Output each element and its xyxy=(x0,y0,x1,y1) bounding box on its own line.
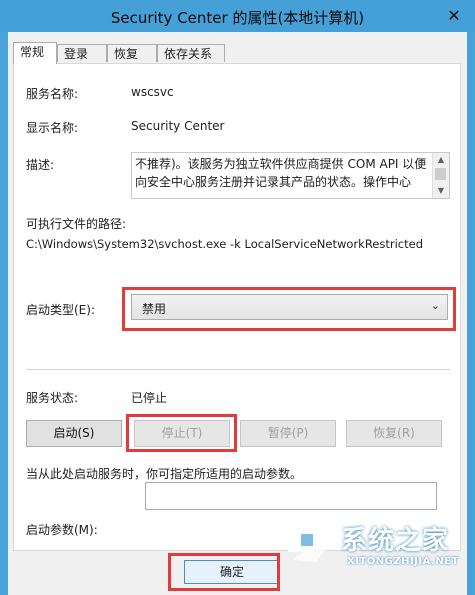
start-params-input[interactable] xyxy=(145,482,437,510)
scroll-up-icon[interactable]: ▲ xyxy=(433,153,449,167)
display-name-value: Security Center xyxy=(131,119,225,133)
title-bar: Security Center 的属性(本地计算机) ✕ xyxy=(0,0,475,32)
start-params-label: 启动参数(M): xyxy=(26,523,98,537)
description-textbox[interactable]: 不推荐)。该服务为独立软件供应商提供 COM API 以便向安全中心服务注册并记… xyxy=(131,152,450,199)
dialog-body: 常规 登录 恢复 依存关系 服务名称: wscsvc 显示名称: Securit… xyxy=(8,32,467,595)
general-tab-panel: 服务名称: wscsvc 显示名称: Security Center 描述: 不… xyxy=(13,63,461,551)
watermark-text-cn: 系统之家 xyxy=(341,526,450,556)
pause-button[interactable]: 暂停(P) xyxy=(240,420,336,447)
watermark: 系统之家 XITONGZHIJIA.NET xyxy=(283,512,473,582)
window-title: Security Center 的属性(本地计算机) xyxy=(110,9,365,27)
watermark-text-en: XITONGZHIJIA.NET xyxy=(347,556,459,567)
service-name-label: 服务名称: xyxy=(26,87,79,101)
description-text: 不推荐)。该服务为独立软件供应商提供 COM API 以便向安全中心服务注册并记… xyxy=(135,157,427,189)
startup-type-select[interactable]: 禁用 ⌄ xyxy=(131,294,448,320)
scrollbar-thumb[interactable] xyxy=(435,168,446,180)
resume-button[interactable]: 恢复(R) xyxy=(346,420,442,447)
display-name-label: 显示名称: xyxy=(26,121,79,135)
exe-path-value: C:\Windows\System32\svchost.exe -k Local… xyxy=(26,237,424,251)
start-button[interactable]: 启动(S) xyxy=(26,420,122,447)
tab-recovery[interactable]: 恢复 xyxy=(107,44,157,62)
start-params-hint: 当从此处启动服务时，你可指定所适用的启动参数。 xyxy=(26,467,303,481)
close-icon[interactable]: ✕ xyxy=(443,5,465,27)
description-scrollbar[interactable]: ▲ ▼ xyxy=(432,153,449,198)
stop-button[interactable]: 停止(T) xyxy=(134,420,230,447)
divider xyxy=(26,369,450,370)
service-status-label: 服务状态: xyxy=(26,391,79,405)
watermark-logo-icon xyxy=(287,526,337,562)
scroll-down-icon[interactable]: ▼ xyxy=(433,184,449,198)
tab-dependencies[interactable]: 依存关系 xyxy=(157,44,225,62)
description-label: 描述: xyxy=(26,158,55,172)
ok-button[interactable]: 确定 xyxy=(184,560,280,584)
tab-logon[interactable]: 登录 xyxy=(57,44,107,62)
service-name-value: wscsvc xyxy=(131,85,174,99)
tab-general[interactable]: 常规 xyxy=(13,42,57,64)
chevron-down-icon: ⌄ xyxy=(430,299,440,312)
startup-type-label: 启动类型(E): xyxy=(26,303,95,317)
startup-type-value: 禁用 xyxy=(142,302,167,316)
service-status-value: 已停止 xyxy=(131,391,168,405)
exe-path-label: 可执行文件的路径: xyxy=(26,217,127,231)
